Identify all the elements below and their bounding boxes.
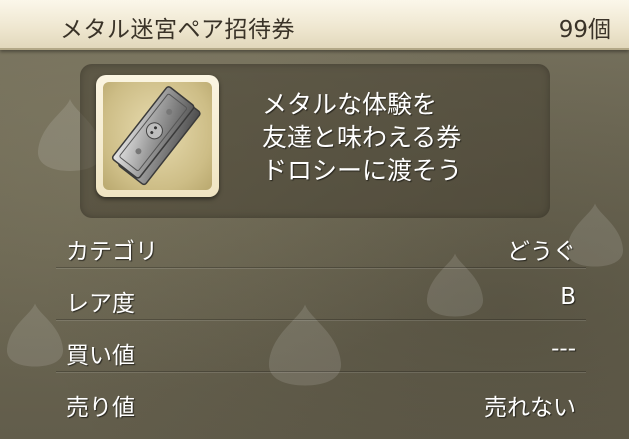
detail-value: ---: [551, 336, 576, 362]
item-icon-frame: [96, 75, 219, 197]
detail-row-rarity: レア度 B: [56, 280, 586, 320]
detail-value: B: [560, 284, 576, 310]
item-name: メタル迷宮ペア招待券: [60, 17, 295, 43]
detail-label: レア度: [66, 291, 135, 317]
row-divider: [56, 371, 586, 372]
detail-value: 売れない: [484, 395, 576, 421]
row-divider: [56, 267, 586, 268]
description-line: ドロシーに渡そう: [262, 156, 463, 185]
item-count: 99個: [558, 17, 611, 43]
detail-row-sell-price: 売り値 売れない: [66, 384, 576, 424]
metal-ticket-icon: [111, 86, 201, 186]
detail-row-buy-price: 買い値 ---: [56, 332, 586, 372]
detail-label: 売り値: [66, 395, 135, 421]
item-description: メタルな体験を 友達と味わえる券 ドロシーに渡そう: [262, 88, 462, 187]
detail-value: どうぐ: [507, 239, 576, 265]
description-line: メタルな体験を: [262, 90, 438, 119]
slime-watermark-icon: [0, 300, 70, 370]
row-divider: [56, 319, 586, 320]
detail-label: 買い値: [66, 343, 135, 369]
detail-label: カテゴリ: [66, 239, 158, 265]
description-line: 友達と味わえる券: [262, 123, 462, 152]
item-header: メタル迷宮ペア招待券 99個: [0, 0, 629, 50]
detail-row-category: カテゴリ どうぐ: [56, 228, 586, 268]
item-detail-screen: メタル迷宮ペア招待券 99個 メタルな体験を 友達と味わえる券 ドロシーに渡そう…: [0, 0, 629, 439]
